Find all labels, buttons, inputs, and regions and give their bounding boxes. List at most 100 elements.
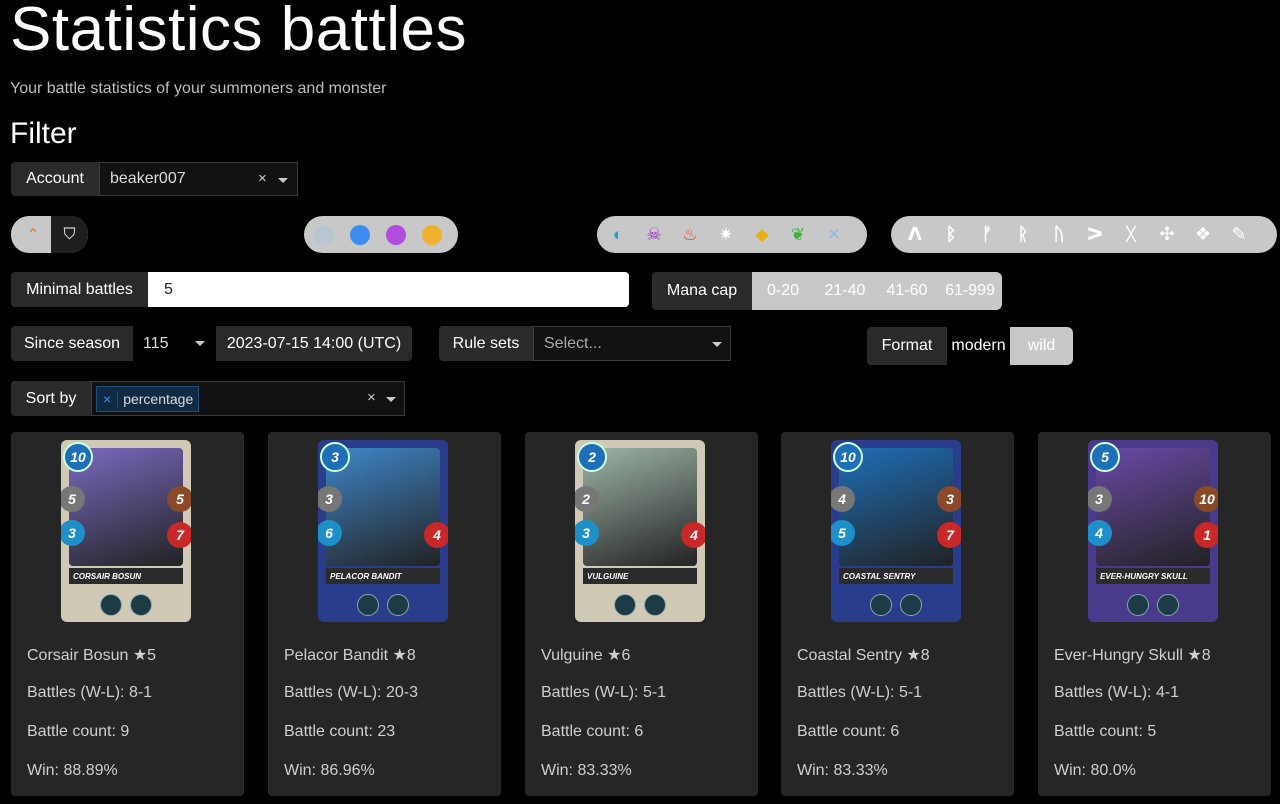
card-name: Coastal Sentry ★8 <box>797 647 930 664</box>
rune-9-icon[interactable]: ❖ <box>1191 223 1215 247</box>
mana-badge: 10 <box>63 442 93 472</box>
rule-sets-select[interactable]: Select... <box>533 326 731 361</box>
sort-by-tag: × percentage <box>96 385 200 412</box>
account-label: Account <box>11 162 99 196</box>
account-select[interactable]: beaker007 × <box>99 162 298 196</box>
mana-range-21-40[interactable]: 21-40 <box>814 272 876 310</box>
card-battle-count: Battle count: 5 <box>1054 723 1157 740</box>
armor-badge: 10 <box>1194 486 1218 512</box>
health-badge: 4 <box>681 522 705 548</box>
card-name: Pelacor Bandit ★8 <box>284 647 416 664</box>
mana-cap-label: Mana cap <box>652 272 752 310</box>
monster-icon[interactable]: ⌃ <box>15 219 51 250</box>
mana-range-0-20[interactable]: 0-20 <box>752 272 814 310</box>
sort-by-tag-label: percentage <box>123 390 194 407</box>
ability-icon <box>357 594 379 616</box>
card-tile[interactable]: 5 3 4 1 10 EVER-HUNGRY SKULL Ever-Hungry… <box>1038 432 1271 796</box>
rune-2-icon[interactable]: ᛒ <box>939 223 963 247</box>
format-modern-option[interactable]: modern <box>947 327 1010 365</box>
chevron-down-icon[interactable] <box>278 178 288 183</box>
mana-range-61-999[interactable]: 61-999 <box>938 272 1002 310</box>
clear-sort-icon[interactable]: × <box>367 389 376 406</box>
card-image: 3 3 6 4 PELACOR BANDIT <box>318 440 448 622</box>
mana-badge: 3 <box>320 442 350 472</box>
rune-3-icon[interactable]: ᚠ <box>975 223 999 247</box>
card-tile[interactable]: 10 5 3 7 5 CORSAIR BOSUN Corsair Bosun ★… <box>11 432 244 796</box>
card-nameplate: VULGUINE <box>583 568 697 584</box>
epic-rarity-icon[interactable] <box>386 224 406 245</box>
sort-by-label: Sort by <box>11 381 91 416</box>
card-name: Ever-Hungry Skull ★8 <box>1054 647 1211 664</box>
card-abilities <box>1088 588 1218 622</box>
card-battles: Battles (W-L): 20-3 <box>284 684 418 701</box>
since-season-select[interactable]: 115 <box>133 326 216 361</box>
clear-account-icon[interactable]: × <box>258 170 267 187</box>
mana-badge: 5 <box>1090 442 1120 472</box>
summoner-icon[interactable]: ⛉ <box>51 216 88 253</box>
rune-8-icon[interactable]: ✣ <box>1155 223 1179 247</box>
card-image: 2 2 3 4 VULGUINE <box>575 440 705 622</box>
death-icon[interactable]: ☠ <box>643 224 665 246</box>
page-subtitle: Your battle statistics of your summoners… <box>10 80 387 97</box>
rule-sets-placeholder: Select... <box>544 334 602 352</box>
rune-10-icon[interactable]: ✎ <box>1227 223 1251 247</box>
format-wild-option[interactable]: wild <box>1010 327 1073 365</box>
mana-range-41-60[interactable]: 41-60 <box>876 272 938 310</box>
rare-rarity-icon[interactable] <box>350 224 370 245</box>
card-battles: Battles (W-L): 8-1 <box>27 684 153 701</box>
card-name: Vulguine ★6 <box>541 647 631 664</box>
card-battle-count: Battle count: 6 <box>797 723 900 740</box>
rune-6-icon[interactable]: ᐳ <box>1083 223 1107 247</box>
dragon-icon[interactable]: ❦ <box>787 224 809 246</box>
common-rarity-icon[interactable] <box>314 224 334 245</box>
card-win-rate: Win: 88.89% <box>27 762 118 779</box>
card-tile[interactable]: 10 4 5 7 3 COASTAL SENTRY Coastal Sentry… <box>781 432 1014 796</box>
mana-badge: 10 <box>833 442 863 472</box>
filter-heading: Filter <box>10 117 77 150</box>
sort-by-select[interactable]: × percentage × <box>91 381 405 416</box>
rune-7-icon[interactable]: ᚷ <box>1119 223 1143 247</box>
card-nameplate: PELACOR BANDIT <box>326 568 440 584</box>
minimal-battles-label: Minimal battles <box>11 272 148 307</box>
rarity-filter <box>304 216 458 253</box>
legendary-rarity-icon[interactable] <box>422 224 442 245</box>
rune-1-icon[interactable]: ᐱ <box>903 223 927 247</box>
card-image: 10 4 5 7 3 COASTAL SENTRY <box>831 440 961 622</box>
card-abilities <box>61 588 191 622</box>
chevron-down-icon[interactable] <box>386 397 396 402</box>
card-tile[interactable]: 2 2 3 4 VULGUINE Vulguine ★6 Battles (W-… <box>525 432 758 796</box>
ability-icon <box>900 594 922 616</box>
ability-icon <box>644 594 666 616</box>
card-type-toggle: ⌃ ⛉ <box>11 216 88 253</box>
armor-badge: 3 <box>937 486 961 512</box>
card-win-rate: Win: 83.33% <box>541 762 632 779</box>
card-battle-count: Battle count: 23 <box>284 723 396 740</box>
fire-icon[interactable]: ♨ <box>679 224 701 246</box>
card-tile[interactable]: 3 3 6 4 PELACOR BANDIT Pelacor Bandit ★8… <box>268 432 501 796</box>
card-nameplate: COASTAL SENTRY <box>839 568 953 584</box>
water-icon[interactable]: ◐ <box>607 224 629 246</box>
card-image: 10 5 3 7 5 CORSAIR BOSUN <box>61 440 191 622</box>
mana-badge: 2 <box>577 442 607 472</box>
card-battles: Battles (W-L): 4-1 <box>1054 684 1180 701</box>
chevron-down-icon[interactable] <box>712 342 722 347</box>
neutral-icon[interactable]: ✕ <box>823 224 845 246</box>
card-battle-count: Battle count: 9 <box>27 723 130 740</box>
remove-tag-icon[interactable]: × <box>97 390 119 407</box>
chevron-down-icon[interactable] <box>195 341 205 346</box>
card-win-rate: Win: 83.33% <box>797 762 888 779</box>
life-icon[interactable]: ✷ <box>715 224 737 246</box>
card-abilities <box>575 588 705 622</box>
rune-4-icon[interactable]: ᚱ <box>1011 223 1035 247</box>
health-badge: 7 <box>937 522 961 548</box>
card-battles: Battles (W-L): 5-1 <box>797 684 923 701</box>
ability-icon <box>387 594 409 616</box>
earth-icon[interactable]: ◆ <box>751 224 773 246</box>
health-badge: 7 <box>167 522 191 548</box>
since-season-label: Since season <box>11 326 133 361</box>
minimal-battles-input[interactable]: 5 <box>148 272 629 307</box>
account-value: beaker007 <box>110 170 186 187</box>
ability-icon <box>100 594 122 616</box>
rune-5-icon[interactable]: ᚢ <box>1047 223 1071 247</box>
card-image: 5 3 4 1 10 EVER-HUNGRY SKULL <box>1088 440 1218 622</box>
